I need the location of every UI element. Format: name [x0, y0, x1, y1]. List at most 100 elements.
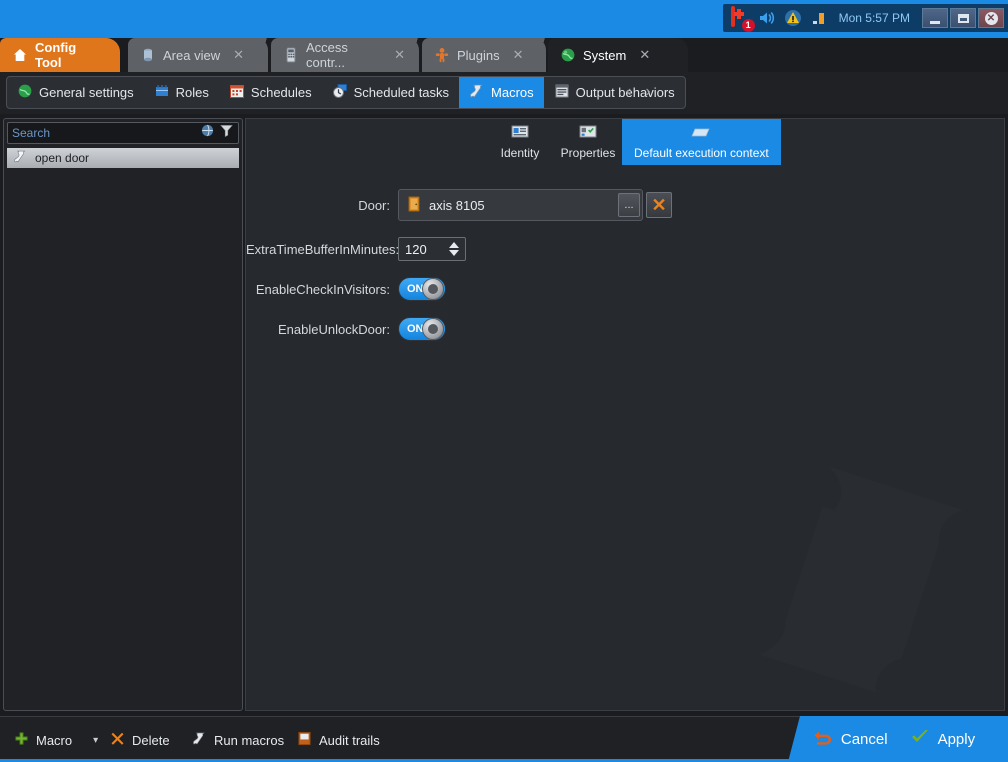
audit-trails-button-label: Audit trails [319, 733, 380, 748]
task-label: Macros [491, 85, 534, 100]
access-control-icon [283, 47, 299, 63]
macro-button[interactable]: Macro ▾ [14, 727, 98, 753]
system-tray: 1 Mon 5:57 PM ✕ [723, 4, 1008, 32]
tab-properties[interactable]: Properties [554, 119, 622, 165]
health-alert-icon[interactable]: 1 [731, 8, 751, 28]
warning-icon[interactable] [783, 8, 803, 28]
task-macros[interactable]: Macros [459, 77, 544, 108]
macro-button-label: Macro [36, 733, 72, 748]
door-field[interactable]: axis 8105 ... [398, 189, 643, 221]
check-in-visitors-toggle[interactable]: ON [398, 277, 446, 301]
execution-context-form: Door: axis 8105 ... ✕ ExtraTimeBufferInM… [246, 189, 1004, 357]
task-general-settings[interactable]: General settings [7, 77, 144, 108]
macro-scroll-icon [469, 83, 485, 102]
search-box[interactable]: Search [7, 122, 239, 144]
globe-search-icon[interactable] [200, 123, 215, 143]
forward-button[interactable]: › [645, 83, 650, 101]
unlock-door-toggle[interactable]: ON [398, 317, 446, 341]
macro-list-panel: Search open door [3, 118, 243, 711]
search-input[interactable]: Search [12, 126, 200, 140]
back-button[interactable]: ‹ [626, 83, 631, 101]
tab-label: Default execution context [634, 146, 769, 160]
app-tab-system[interactable]: System ✕ [548, 38, 688, 72]
macro-dropdown-icon[interactable]: ▾ [93, 735, 98, 746]
content-panel: Identity Properties Default execution co… [245, 118, 1005, 711]
roles-icon [154, 83, 170, 102]
check-in-visitors-label: EnableCheckInVisitors: [246, 282, 398, 297]
title-bar: 1 Mon 5:57 PM ✕ [0, 0, 1008, 38]
apply-button[interactable]: Apply [910, 728, 976, 750]
navigation-buttons: ‹ › [626, 83, 651, 101]
task-roles[interactable]: Roles [144, 77, 219, 108]
door-label: Door: [246, 198, 398, 213]
health-alert-badge: 1 [742, 19, 755, 32]
extra-time-stepper[interactable]: 120 [398, 237, 466, 261]
cancel-button[interactable]: Cancel [813, 728, 888, 750]
undo-arrow-icon [813, 728, 833, 750]
app-tab-close-icon[interactable]: ✕ [394, 47, 405, 63]
macro-scroll-icon [13, 149, 28, 167]
tab-identity[interactable]: Identity [486, 119, 554, 165]
task-label: Schedules [251, 85, 312, 100]
extra-time-row: ExtraTimeBufferInMinutes: 120 [246, 237, 1004, 261]
task-button-group: General settings Roles Schedules Schedul… [6, 76, 686, 109]
maximize-button[interactable] [950, 8, 976, 28]
run-macros-button[interactable]: Run macros [192, 727, 284, 753]
speaker-icon[interactable] [757, 8, 777, 28]
list-item-label: open door [35, 151, 89, 165]
app-tab-access-control[interactable]: Access contr... ✕ [271, 38, 419, 72]
area-view-icon [140, 47, 156, 63]
delete-button[interactable]: Delete [110, 727, 170, 753]
task-label: General settings [39, 85, 134, 100]
task-scheduled-tasks[interactable]: Scheduled tasks [322, 77, 459, 108]
stepper-arrows [449, 242, 463, 256]
list-item[interactable]: open door [7, 148, 239, 168]
stepper-up-icon[interactable] [449, 242, 459, 248]
door-row: Door: axis 8105 ... ✕ [246, 189, 1004, 221]
system-globe-icon [560, 47, 576, 63]
toggle-knob[interactable] [422, 278, 444, 300]
unlock-door-row: EnableUnlockDoor: ON [246, 317, 1004, 341]
app-tab-area-view[interactable]: Area view ✕ [128, 38, 268, 72]
minimize-button[interactable] [922, 8, 948, 28]
identity-card-icon [511, 125, 529, 143]
stepper-down-icon[interactable] [449, 250, 459, 256]
task-label: Scheduled tasks [354, 85, 449, 100]
app-tab-label: Plugins [457, 48, 500, 63]
app-tab-label: Config Tool [35, 40, 106, 70]
apply-label: Apply [938, 731, 976, 748]
calendar-icon [229, 83, 245, 102]
door-browse-button[interactable]: ... [618, 193, 640, 217]
audit-trails-button[interactable]: Audit trails [297, 727, 380, 753]
door-icon [407, 196, 421, 215]
close-button[interactable]: ✕ [978, 8, 1004, 28]
clock-text: Mon 5:57 PM [835, 11, 916, 25]
app-tab-config-tool[interactable]: Config Tool [0, 38, 120, 72]
run-macros-button-label: Run macros [214, 733, 284, 748]
task-toolbar: General settings Roles Schedules Schedul… [0, 72, 1008, 114]
tab-default-execution-context[interactable]: Default execution context [622, 119, 781, 165]
app-tab-close-icon[interactable]: ✕ [639, 47, 650, 63]
app-tab-label: Access contr... [306, 40, 381, 70]
audit-trails-icon [297, 731, 312, 749]
globe-icon [17, 83, 33, 102]
task-output-behaviors[interactable]: Output behaviors [544, 77, 685, 108]
door-value: axis 8105 [429, 198, 610, 213]
door-clear-button[interactable]: ✕ [646, 192, 672, 218]
output-behaviors-icon [554, 83, 570, 102]
toggle-knob[interactable] [422, 318, 444, 340]
task-schedules[interactable]: Schedules [219, 77, 322, 108]
filter-funnel-icon[interactable] [219, 123, 234, 143]
application-window: 1 Mon 5:57 PM ✕ Config Tool [0, 0, 1008, 762]
delete-button-label: Delete [132, 733, 170, 748]
app-tab-close-icon[interactable]: ✕ [513, 47, 524, 63]
app-tab-plugins[interactable]: Plugins ✕ [422, 38, 546, 72]
app-tab-label: Area view [163, 48, 220, 63]
plus-icon [14, 731, 29, 749]
clock-icon [332, 83, 348, 102]
macro-scroll-watermark [738, 444, 998, 704]
extra-time-value[interactable]: 120 [405, 242, 449, 257]
activity-icon[interactable] [809, 8, 829, 28]
x-delete-icon [110, 731, 125, 749]
app-tab-close-icon[interactable]: ✕ [233, 47, 244, 63]
